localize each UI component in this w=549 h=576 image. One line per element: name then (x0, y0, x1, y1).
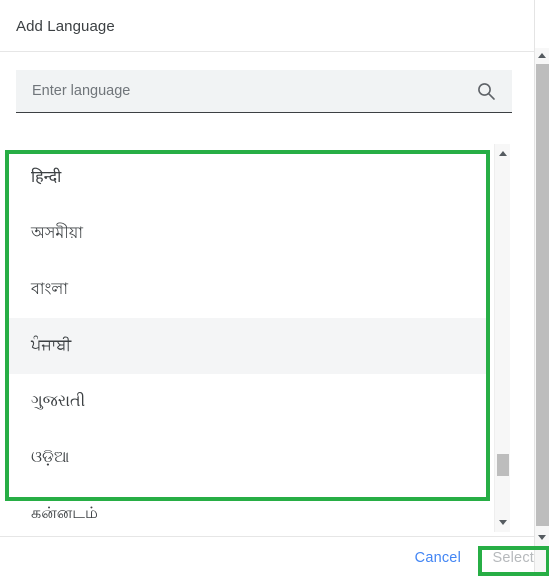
dialog-header: Add Language (0, 0, 535, 52)
page-scrollbar-thumb[interactable] (536, 64, 549, 526)
page-scrollbar-track-top (535, 0, 549, 48)
cancel-button[interactable]: Cancel (415, 550, 461, 566)
add-language-dialog: Add Language हिन्दीঅসমীয়াবাংলাਪੰਜਾਬੀગુજ… (0, 0, 549, 576)
list-item[interactable]: ગુજરાતી (9, 374, 488, 430)
triangle-up-icon[interactable] (495, 146, 510, 161)
list-item[interactable]: বাংলা (9, 262, 488, 318)
search-icon[interactable] (476, 81, 496, 101)
list-item[interactable]: கன்னடம் (9, 486, 488, 532)
page-scrollbar[interactable] (534, 0, 549, 575)
scrollbar-thumb[interactable] (497, 454, 509, 476)
triangle-down-icon[interactable] (495, 515, 510, 530)
language-list[interactable]: हिन्दी অসমীয়া বাংলা ਪੰਜਾਬੀ ગુજરાતી ଓଡ଼ିଆ கன்ன… (9, 150, 488, 532)
language-list-inner: हिन्दी অসমীয়া বাংলা ਪੰਜਾਬੀ ગુજરાતી ଓଡ଼ିଆ கன்ன… (9, 150, 488, 532)
select-button[interactable]: Select (493, 550, 535, 566)
language-list-scrollbar[interactable] (494, 144, 510, 532)
list-item[interactable]: हिन्दी (9, 150, 488, 206)
triangle-up-icon[interactable] (535, 48, 549, 62)
dialog-footer: Cancel Select (0, 537, 534, 575)
list-item[interactable]: ਪੰਜਾਬੀ (9, 318, 488, 374)
list-item[interactable]: ଓଡ଼ିଆ (9, 430, 488, 486)
list-item[interactable]: অসমীয়া (9, 206, 488, 262)
search-field-container[interactable] (16, 70, 512, 113)
search-input[interactable] (32, 70, 462, 112)
page-title: Add Language (16, 18, 115, 35)
triangle-down-icon[interactable] (535, 530, 549, 544)
